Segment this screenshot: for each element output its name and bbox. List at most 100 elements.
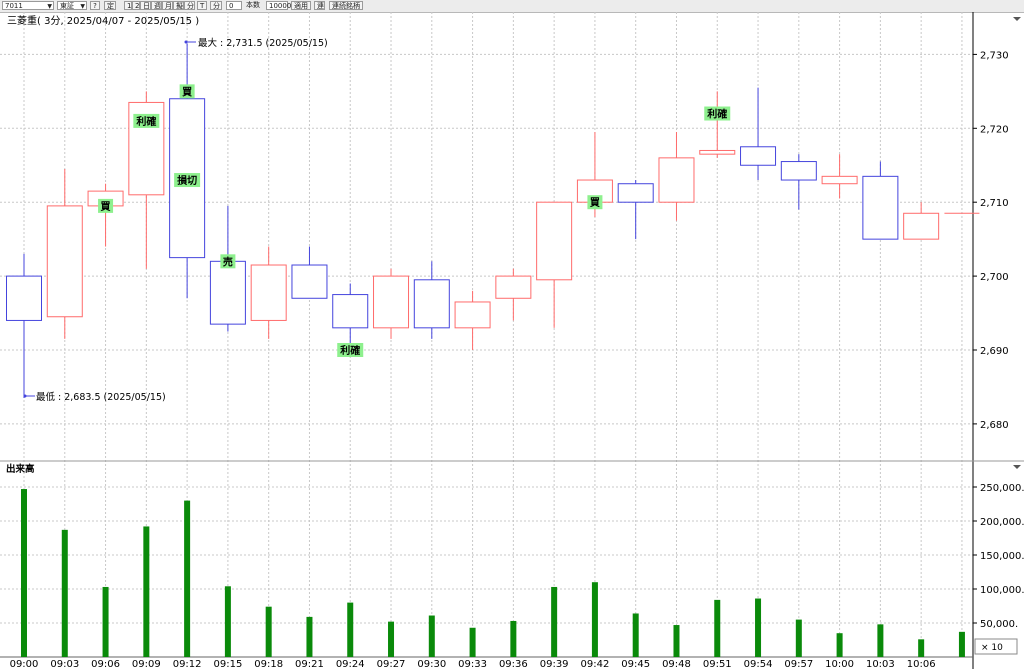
market-value: 東証: [60, 2, 74, 10]
volume-bar: [673, 625, 680, 657]
signal-label-text: 利確: [707, 108, 727, 121]
candle-body: [209, 260, 246, 325]
time-tick-label: 09:48: [662, 659, 691, 669]
count-stepper[interactable]: 0: [226, 1, 242, 10]
volume-pane-menu-icon[interactable]: [1013, 465, 1021, 469]
volume-bar: [184, 500, 191, 657]
volume-bars: [21, 489, 965, 657]
apply-button[interactable]: 適用: [291, 1, 311, 10]
candle-body: [821, 175, 858, 185]
volume-tick-label: 50,000.: [980, 619, 1018, 630]
candle-body: [780, 161, 817, 181]
volume-bar: [632, 613, 639, 657]
range-button-week[interactable]: 週: [151, 1, 162, 10]
minute-button[interactable]: 分: [210, 1, 222, 10]
volume-bar: [306, 616, 313, 657]
fix-button[interactable]: 定: [104, 1, 116, 10]
candle-body: [454, 301, 491, 329]
volume-bar: [918, 639, 925, 657]
stock-code-select[interactable]: 7011 ▼: [2, 1, 54, 10]
zoom-control[interactable]: × 10: [974, 638, 1018, 655]
volume-bar: [428, 615, 435, 657]
price-tick-label: 2,700: [980, 272, 1009, 283]
signal-label-text: 利確: [136, 115, 156, 128]
range-button-tick[interactable]: T: [197, 1, 207, 10]
time-tick-label: 09:03: [50, 659, 79, 669]
volume-pane-title: 出来高: [6, 463, 35, 475]
volume-bar: [61, 529, 68, 657]
volume-bar: [755, 598, 762, 657]
range-button-quasi[interactable]: 擬: [173, 1, 184, 10]
volume-bar: [836, 633, 843, 657]
range-button-minute[interactable]: 分: [184, 1, 195, 10]
time-tick-label: 10:06: [907, 659, 936, 669]
max-annotation: 最大 : 2,731.5 (2025/05/15): [184, 37, 328, 49]
candle-body: [495, 275, 532, 299]
volume-bar: [551, 586, 558, 657]
signal-label-text: 利確: [340, 344, 360, 357]
min-marker-icon: [23, 394, 27, 398]
time-tick-label: 09:06: [91, 659, 120, 669]
help-button[interactable]: ?: [90, 1, 100, 10]
time-tick-label: 09:33: [458, 659, 487, 669]
volume-bar: [102, 586, 109, 657]
signal-label-text: 買: [590, 197, 600, 209]
signal-label: 利確: [133, 113, 160, 128]
candle-body: [903, 212, 940, 240]
continuous-stock-button[interactable]: 連続銘柄: [329, 1, 363, 10]
signal-label-text: 買: [101, 201, 111, 213]
volume-bar: [877, 624, 884, 657]
range-button-2[interactable]: 2: [132, 1, 140, 10]
time-tick-label: 09:36: [499, 659, 528, 669]
stock-code-value: 7011: [5, 2, 23, 10]
signal-label: 損切: [174, 173, 201, 188]
range-button-month[interactable]: 月: [162, 1, 173, 10]
time-tick-label: 10:03: [866, 659, 895, 669]
signal-label: 利確: [704, 106, 731, 121]
price-tick-label: 2,710: [980, 198, 1009, 209]
range-button-day[interactable]: 日: [140, 1, 151, 10]
candle-body: [862, 175, 899, 240]
time-tick-label: 09:15: [213, 659, 242, 669]
time-tick-label: 09:54: [744, 659, 773, 669]
candle-body: [250, 264, 287, 321]
signal-label: 買: [98, 198, 114, 213]
volume-bar: [265, 606, 272, 657]
units-label: 本数: [246, 1, 260, 9]
time-tick-label: 09:27: [377, 659, 406, 669]
time-tick-label: 09:30: [417, 659, 446, 669]
signal-label: 売: [220, 254, 236, 269]
volume-bar: [795, 619, 802, 657]
market-select[interactable]: 東証 ▼: [57, 1, 87, 10]
signal-label: 買: [179, 84, 195, 99]
volume-tick-label: 100,000.: [980, 585, 1024, 596]
volume-bar: [958, 631, 965, 657]
time-tick-label: 09:24: [336, 659, 365, 669]
candle-body: [658, 157, 695, 203]
candle-body: [536, 201, 573, 281]
price-tick-label: 2,690: [980, 346, 1009, 357]
candle-body: [740, 146, 777, 166]
dropdown-arrow-icon: ▼: [80, 3, 85, 10]
volume-bar: [224, 586, 231, 657]
signal-label-text: 買: [182, 86, 192, 98]
time-tick-label: 09:45: [621, 659, 650, 669]
count-value: 0: [229, 2, 234, 10]
chain-button[interactable]: 連: [314, 1, 325, 10]
range-button-1[interactable]: 1: [124, 1, 132, 10]
volume-bar: [510, 620, 517, 657]
candle-body: [373, 275, 410, 329]
signal-label: 利確: [337, 343, 364, 357]
chart-header: 三菱重( 3分, 2025/04/07 - 2025/05/15 ): [7, 14, 199, 27]
volume-tick-label: 200,000.: [980, 517, 1024, 528]
candle-body: [291, 264, 328, 299]
price-pane-menu-icon[interactable]: [1013, 17, 1021, 21]
candle-body: [699, 149, 736, 155]
dropdown-arrow-icon: ▼: [47, 3, 52, 10]
count-input[interactable]: 10000: [266, 1, 292, 10]
chart-area: 買利確買損切売利確買利確 2,6802,6902,7002,7102,7202,…: [0, 12, 1024, 669]
count-input-value: 10000: [269, 2, 292, 10]
volume-bar: [469, 627, 476, 657]
time-tick-labels: 09:00 09:03 09:06 09:09 09:12 09:15 09:18 09:21…: [10, 659, 936, 669]
time-tick-label: 09:18: [254, 659, 283, 669]
